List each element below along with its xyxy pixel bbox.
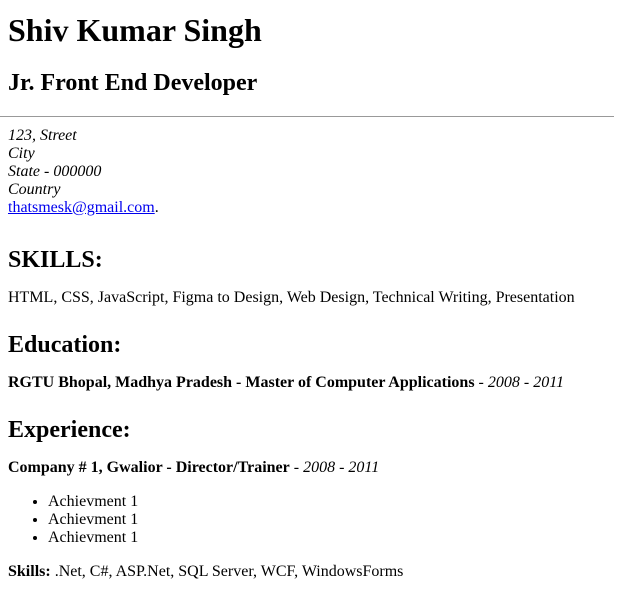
experience-skills: Skills: .Net, C#, ASP.Net, SQL Server, W… [8, 563, 622, 581]
experience-dates: 2008 - 2011 [303, 459, 380, 476]
experience-entry: Company # 1, Gwalior - Director/Trainer … [8, 459, 622, 477]
email-period: . [154, 199, 159, 216]
person-name: Shiv Kumar Singh [8, 12, 262, 48]
achievement-list: Achievment 1 Achievment 1 Achievment 1 [8, 493, 622, 547]
skills-text: HTML, CSS, JavaScript, Figma to Design, … [8, 289, 575, 306]
education-entry: RGTU Bhopal, Madhya Pradesh - Master of … [8, 374, 622, 392]
education-heading: Education: [8, 332, 122, 358]
experience-skills-label: Skills: [8, 563, 51, 580]
address-state: State - 000000 [8, 163, 102, 180]
address-city: City [8, 145, 35, 162]
contact-address: 123, Street City State - 000000 Country … [8, 127, 622, 217]
email-link[interactable]: thatsmesk@gmail.com [8, 199, 155, 216]
address-street: 123, Street [8, 127, 77, 144]
list-item: Achievment 1 [48, 529, 622, 547]
header-divider [0, 116, 614, 117]
experience-separator: - [289, 459, 304, 476]
education-degree: RGTU Bhopal, Madhya Pradesh - Master of … [8, 374, 475, 391]
address-country: Country [8, 181, 61, 198]
resume-header: Shiv Kumar Singh Jr. Front End Developer [8, 0, 622, 117]
experience-skills-text: .Net, C#, ASP.Net, SQL Server, WCF, Wind… [50, 563, 404, 580]
resume-page: Shiv Kumar Singh Jr. Front End Developer… [0, 0, 622, 581]
skills-heading: SKILLS: [8, 247, 103, 273]
list-item: Achievment 1 [48, 493, 622, 511]
experience-position: Company # 1, Gwalior - Director/Trainer [8, 459, 290, 476]
job-role: Jr. Front End Developer [8, 70, 258, 96]
experience-heading: Experience: [8, 417, 131, 443]
education-dates: 2008 - 2011 [487, 374, 565, 391]
list-item: Achievment 1 [48, 511, 622, 529]
education-separator: - [474, 374, 488, 391]
